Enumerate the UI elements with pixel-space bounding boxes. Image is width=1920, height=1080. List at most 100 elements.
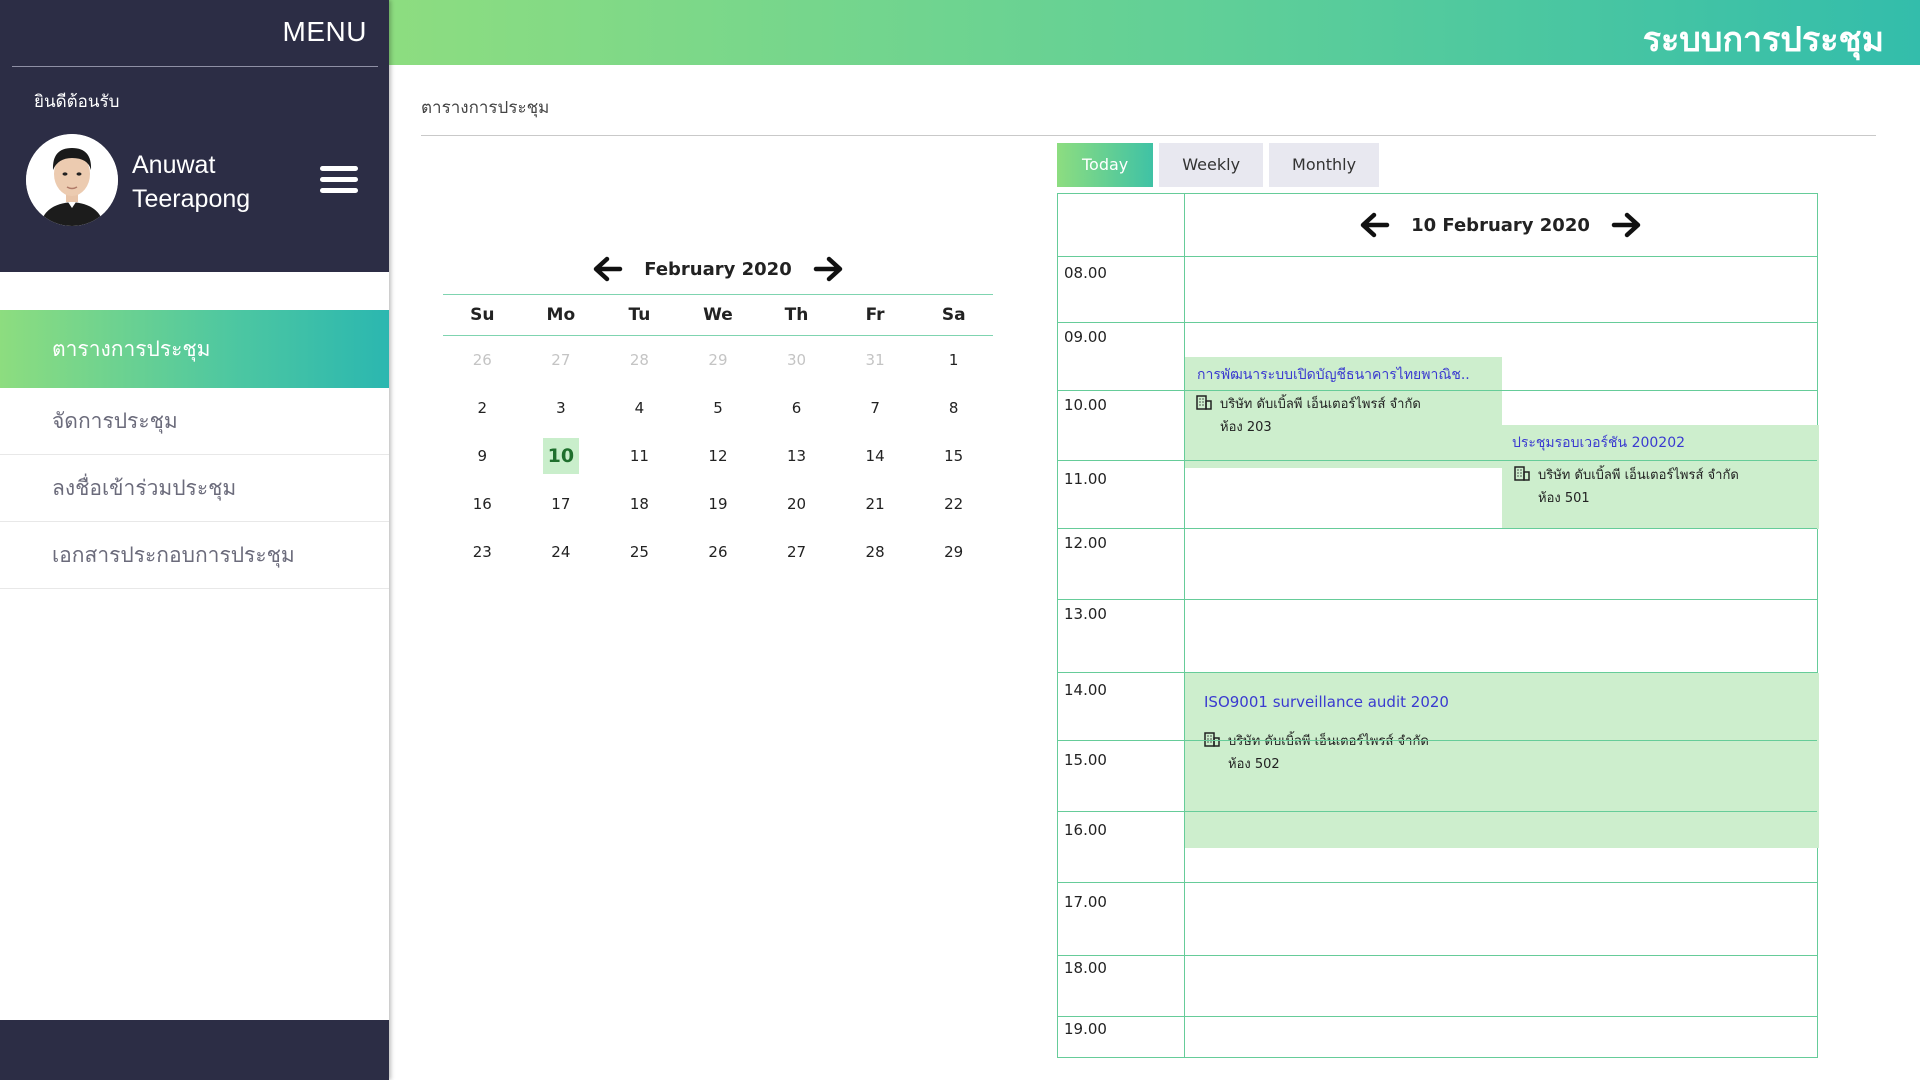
building-icon bbox=[1514, 465, 1530, 488]
meeting-event[interactable]: ISO9001 surveillance audit 2020 บริษัท ด… bbox=[1184, 673, 1819, 848]
calendar-day[interactable]: 20 bbox=[757, 480, 836, 528]
calendar-day[interactable]: 12 bbox=[679, 432, 758, 480]
building-icon bbox=[1204, 731, 1220, 754]
calendar-day[interactable]: 15 bbox=[914, 432, 993, 480]
calendar-day-outside[interactable]: 26 bbox=[443, 336, 522, 385]
meeting-event[interactable]: การพัฒนาระบบเปิดบัญชีธนาคารไทยพาณิช.. บร… bbox=[1184, 357, 1502, 468]
calendar-day[interactable]: 3 bbox=[522, 384, 601, 432]
arrow-left-icon[interactable] bbox=[590, 254, 624, 284]
arrow-right-icon[interactable] bbox=[812, 254, 846, 284]
calendar-day[interactable]: 13 bbox=[757, 432, 836, 480]
calendar-day[interactable]: 2 bbox=[443, 384, 522, 432]
hour-divider bbox=[1058, 672, 1817, 673]
hour-label: 10.00 bbox=[1064, 396, 1107, 414]
calendar-day[interactable]: 11 bbox=[600, 432, 679, 480]
sidebar-nav: ตารางการประชุม จัดการประชุม ลงชื่อเข้าร่… bbox=[0, 310, 389, 589]
hour-label: 12.00 bbox=[1064, 534, 1107, 552]
mini-calendar-header: February 2020 bbox=[443, 252, 993, 286]
calendar-day[interactable]: 1 bbox=[914, 336, 993, 385]
event-title: ประชุมรอบเวอร์ชัน 200202 bbox=[1512, 435, 1686, 451]
calendar-day[interactable]: 26 bbox=[679, 528, 758, 576]
calendar-day[interactable]: 18 bbox=[600, 480, 679, 528]
sidebar: MENU ยินดีต้อนรับ Anuwat Teerapong ตาราง… bbox=[0, 0, 389, 1080]
sidebar-footer bbox=[0, 1020, 389, 1080]
avatar bbox=[26, 134, 118, 226]
hour-divider bbox=[1058, 390, 1817, 391]
calendar-day[interactable]: 28 bbox=[836, 528, 915, 576]
calendar-day[interactable]: 6 bbox=[757, 384, 836, 432]
weekday-header: Th bbox=[757, 295, 836, 336]
calendar-day[interactable]: 4 bbox=[600, 384, 679, 432]
event-title: การพัฒนาระบบเปิดบัญชีธนาคารไทยพาณิช.. bbox=[1197, 367, 1470, 383]
mini-calendar-grid: Su Mo Tu We Th Fr Sa 26 27 28 29 30 31 1… bbox=[443, 295, 993, 576]
event-room: ห้อง 502 bbox=[1228, 757, 1280, 772]
mini-calendar: February 2020 Su Mo Tu We Th Fr Sa 26 27… bbox=[443, 252, 993, 576]
calendar-day[interactable]: 5 bbox=[679, 384, 758, 432]
hour-divider bbox=[1058, 599, 1817, 600]
calendar-day[interactable]: 25 bbox=[600, 528, 679, 576]
sidebar-item-meeting-documents[interactable]: เอกสารประกอบการประชุม bbox=[0, 522, 389, 589]
hour-divider bbox=[1058, 528, 1817, 529]
hour-divider bbox=[1058, 811, 1817, 812]
arrow-right-icon[interactable] bbox=[1610, 210, 1644, 240]
top-bar: ระบบการประชุม bbox=[389, 0, 1920, 65]
weekday-header: Mo bbox=[521, 295, 601, 336]
day-schedule: 10 February 2020 การพัฒนาระบบเปิดบัญชีธน… bbox=[1057, 193, 1819, 1058]
event-details: บริษัท ดับเบิ้ลพี เอ็นเตอร์ไพรส์ จำกัด ห… bbox=[1204, 731, 1429, 775]
meeting-event[interactable]: ประชุมรอบเวอร์ชัน 200202 บริษัท ดับเบิ้ล… bbox=[1502, 425, 1819, 529]
calendar-day[interactable]: 22 bbox=[914, 480, 993, 528]
tab-weekly[interactable]: Weekly bbox=[1159, 143, 1264, 187]
hour-divider bbox=[1058, 1016, 1817, 1017]
mini-calendar-month: February 2020 bbox=[644, 258, 792, 280]
day-schedule-header: 10 February 2020 bbox=[1058, 194, 1817, 257]
hour-divider bbox=[1058, 460, 1817, 461]
calendar-day[interactable]: 7 bbox=[836, 384, 915, 432]
arrow-left-icon[interactable] bbox=[1357, 210, 1391, 240]
sidebar-item-manage-meetings[interactable]: จัดการประชุม bbox=[0, 388, 389, 455]
sidebar-item-meeting-schedule[interactable]: ตารางการประชุม bbox=[0, 310, 389, 388]
calendar-day-outside[interactable]: 31 bbox=[836, 336, 915, 385]
event-organization: บริษัท ดับเบิ้ลพี เอ็นเตอร์ไพรส์ จำกัด bbox=[1220, 397, 1421, 412]
tab-monthly[interactable]: Monthly bbox=[1269, 143, 1380, 187]
weekday-header: Tu bbox=[600, 295, 679, 336]
calendar-day[interactable]: 29 bbox=[914, 528, 993, 576]
weekday-header: Su bbox=[443, 295, 522, 336]
calendar-day[interactable]: 8 bbox=[914, 384, 993, 432]
hour-label: 14.00 bbox=[1064, 681, 1107, 699]
calendar-day[interactable]: 24 bbox=[522, 528, 601, 576]
menu-title: MENU bbox=[282, 16, 367, 47]
sidebar-item-label: เอกสารประกอบการประชุม bbox=[52, 542, 295, 567]
hour-divider bbox=[1058, 955, 1817, 956]
event-title: ISO9001 surveillance audit 2020 bbox=[1204, 693, 1449, 711]
calendar-day-outside[interactable]: 27 bbox=[522, 336, 601, 385]
calendar-day[interactable]: 14 bbox=[836, 432, 915, 480]
event-organization: บริษัท ดับเบิ้ลพี เอ็นเตอร์ไพรส์ จำกัด bbox=[1538, 468, 1739, 483]
hour-divider bbox=[1058, 882, 1817, 883]
calendar-day[interactable]: 23 bbox=[443, 528, 522, 576]
event-details: บริษัท ดับเบิ้ลพี เอ็นเตอร์ไพรส์ จำกัด ห… bbox=[1514, 465, 1739, 509]
page-title: ตารางการประชุม bbox=[421, 98, 550, 118]
calendar-day[interactable]: 21 bbox=[836, 480, 915, 528]
calendar-day[interactable]: 27 bbox=[757, 528, 836, 576]
sidebar-item-meeting-sign-in[interactable]: ลงชื่อเข้าร่วมประชุม bbox=[0, 455, 389, 522]
sidebar-item-label: จัดการประชุม bbox=[52, 408, 178, 433]
hour-label: 08.00 bbox=[1064, 264, 1107, 282]
tab-today[interactable]: Today bbox=[1057, 143, 1154, 187]
calendar-day[interactable]: 16 bbox=[443, 480, 522, 528]
weekday-header: Fr bbox=[835, 295, 915, 336]
welcome-text: ยินดีต้อนรับ bbox=[34, 92, 120, 112]
calendar-day-outside[interactable]: 28 bbox=[600, 336, 679, 385]
hour-label: 11.00 bbox=[1064, 470, 1107, 488]
calendar-day-selected[interactable]: 10 bbox=[522, 432, 601, 480]
calendar-day-outside[interactable]: 30 bbox=[757, 336, 836, 385]
calendar-day[interactable]: 9 bbox=[443, 432, 522, 480]
calendar-day[interactable]: 19 bbox=[679, 480, 758, 528]
hamburger-menu-icon[interactable] bbox=[320, 166, 358, 194]
user-name: Anuwat Teerapong bbox=[132, 148, 250, 216]
calendar-day[interactable]: 17 bbox=[522, 480, 601, 528]
event-details: บริษัท ดับเบิ้ลพี เอ็นเตอร์ไพรส์ จำกัด ห… bbox=[1196, 394, 1421, 438]
building-icon bbox=[1196, 394, 1212, 417]
divider bbox=[421, 135, 1876, 136]
event-room: ห้อง 501 bbox=[1538, 491, 1590, 506]
calendar-day-outside[interactable]: 29 bbox=[679, 336, 758, 385]
